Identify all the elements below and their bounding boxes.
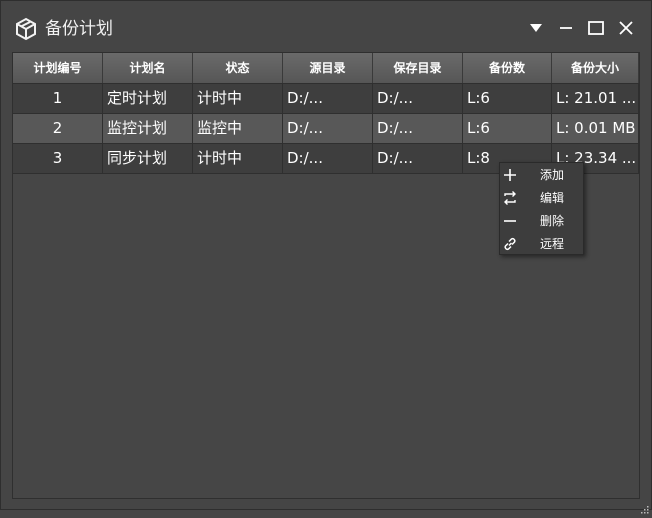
close-icon [619, 21, 633, 35]
context-menu-item-remote[interactable]: 远程 [500, 233, 583, 256]
table-header: 计划编号 计划名 状态 源目录 保存目录 备份数 备份大小 [13, 53, 639, 84]
context-menu-item-delete[interactable]: 删除 [500, 210, 583, 233]
backup-plan-window: 备份计划 计划编号 计划名 状态 源目录 保存目录 备份数 备份大小 1 定时计… [0, 0, 652, 514]
cell-save-dir: D:/... [373, 144, 463, 173]
context-menu-item-label: 远程 [540, 237, 565, 251]
cell-plan-name: 定时计划 [103, 84, 193, 113]
cell-backup-count: L:6 [463, 114, 552, 143]
cell-status: 监控中 [193, 114, 283, 143]
maximize-button[interactable] [585, 17, 607, 39]
context-menu-item-label: 添加 [540, 168, 565, 182]
column-header-save-dir[interactable]: 保存目录 [373, 53, 463, 83]
cell-source-dir: D:/... [283, 144, 373, 173]
maximize-icon [588, 21, 604, 35]
cell-save-dir: D:/... [373, 114, 463, 143]
context-menu-item-edit[interactable]: 编辑 [500, 187, 583, 210]
swap-icon [502, 190, 518, 206]
link-icon [502, 236, 518, 252]
cell-backup-size: L: 0.01 MB [552, 114, 639, 143]
column-header-plan-id[interactable]: 计划编号 [13, 53, 103, 83]
cell-plan-name: 监控计划 [103, 114, 193, 143]
column-header-backup-count[interactable]: 备份数 [463, 53, 552, 83]
minimize-button[interactable] [555, 17, 577, 39]
dropdown-icon [530, 24, 542, 32]
title-bar[interactable]: 备份计划 [1, 1, 651, 51]
plus-icon [502, 167, 518, 183]
cell-backup-count: L:6 [463, 84, 552, 113]
cell-plan-id: 3 [13, 144, 103, 173]
cell-status: 计时中 [193, 144, 283, 173]
minus-icon [502, 213, 518, 229]
context-menu-item-label: 删除 [540, 214, 565, 228]
minimize-icon [560, 27, 572, 29]
context-menu-item-add[interactable]: 添加 [500, 164, 583, 187]
cell-save-dir: D:/... [373, 84, 463, 113]
cell-plan-id: 1 [13, 84, 103, 113]
resize-grip-icon[interactable] [641, 499, 649, 514]
table-row[interactable]: 1 定时计划 计时中 D:/... D:/... L:6 L: 21.01 ..… [13, 84, 639, 114]
cell-plan-name: 同步计划 [103, 144, 193, 173]
table-row[interactable]: 2 监控计划 监控中 D:/... D:/... L:6 L: 0.01 MB [13, 114, 639, 144]
cell-plan-id: 2 [13, 114, 103, 143]
column-header-status[interactable]: 状态 [193, 53, 283, 83]
cell-source-dir: D:/... [283, 84, 373, 113]
column-header-source-dir[interactable]: 源目录 [283, 53, 373, 83]
window-title: 备份计划 [45, 19, 113, 39]
close-button[interactable] [615, 17, 637, 39]
cell-source-dir: D:/... [283, 114, 373, 143]
column-header-backup-size[interactable]: 备份大小 [552, 53, 639, 83]
context-menu-item-label: 编辑 [540, 191, 565, 205]
backup-plan-table[interactable]: 计划编号 计划名 状态 源目录 保存目录 备份数 备份大小 1 定时计划 计时中… [12, 52, 640, 499]
cell-status: 计时中 [193, 84, 283, 113]
column-header-plan-name[interactable]: 计划名 [103, 53, 193, 83]
dropdown-button[interactable] [525, 17, 547, 39]
app-logo-icon [14, 17, 38, 41]
cell-backup-size: L: 21.01 ... [552, 84, 639, 113]
context-menu: 添加 编辑 删除 远程 [499, 162, 584, 255]
